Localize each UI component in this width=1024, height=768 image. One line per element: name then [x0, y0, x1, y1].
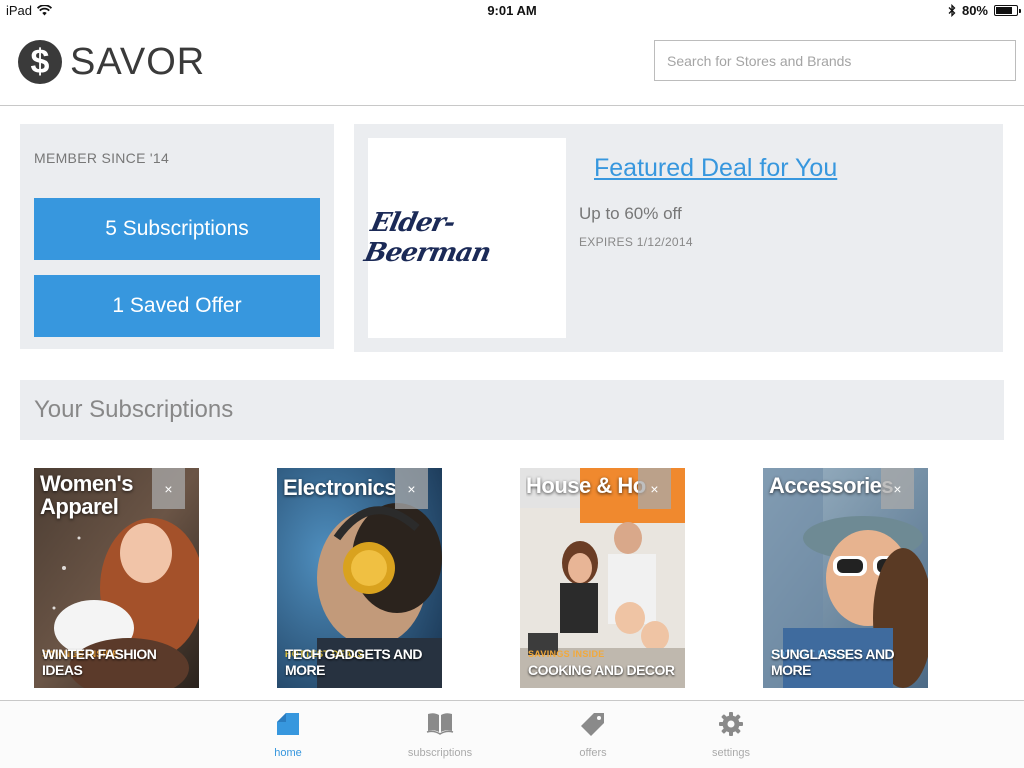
home-icon — [277, 713, 299, 735]
tab-offers[interactable]: offers — [538, 711, 648, 759]
featured-deal-link[interactable]: Featured Deal for You — [594, 154, 837, 183]
remove-subscription-button[interactable]: × — [395, 468, 428, 509]
card-title: Electronics — [283, 475, 397, 500]
dollar-logo-icon: $ — [18, 40, 62, 84]
battery-percent: 80% — [961, 3, 988, 18]
deal-description: Up to 60% off — [579, 204, 682, 223]
subscription-card-house-home[interactable]: House & Ho × SAVINGS INSIDE COOKING AND … — [520, 468, 685, 688]
remove-subscription-button[interactable]: × — [881, 468, 914, 509]
clock: 9:01 AM — [487, 3, 537, 18]
search-input[interactable] — [654, 40, 1016, 81]
remove-subscription-button[interactable]: × — [638, 468, 671, 509]
subscription-card-accessories[interactable]: Accessories × HOTTEST DEALS SUNGLASSES A… — [763, 468, 928, 688]
card-subtitle: WINTER FASHION IDEAS — [42, 646, 157, 678]
book-icon — [426, 713, 454, 735]
member-since-label: MEMBER SINCE '14 — [34, 150, 170, 166]
app-logo[interactable]: $ SAVOR — [18, 40, 205, 84]
subscription-card-electronics[interactable]: Electronics × HOTTEST DEALS TECH GADGETS… — [277, 468, 442, 688]
saved-offers-button[interactable]: 1 Saved Offer — [34, 275, 320, 337]
store-logo-text: Elder-Beerman — [361, 208, 494, 268]
tab-subscriptions[interactable]: subscriptions — [385, 711, 495, 759]
tab-bar: home subscriptions offers settings — [0, 700, 1024, 768]
featured-deal-panel: Elder-Beerman Featured Deal for You Up t… — [354, 124, 1003, 352]
gear-icon — [719, 712, 743, 736]
subscription-card-womens-apparel[interactable]: Women's Apparel × SAVINGS INSIDE WINTER … — [34, 468, 199, 688]
battery-icon — [994, 5, 1021, 16]
status-bar: iPad 9:01 AM 80% — [0, 0, 1024, 22]
store-logo[interactable]: Elder-Beerman — [362, 138, 566, 338]
deal-expiry: EXPIRES 1/12/2014 — [579, 235, 693, 249]
tab-label: subscriptions — [407, 747, 473, 759]
card-title: Women's Apparel — [40, 471, 134, 519]
tab-settings[interactable]: settings — [676, 711, 786, 759]
card-subtitle: SUNGLASSES AND MORE — [771, 646, 895, 678]
remove-subscription-button[interactable]: × — [152, 468, 185, 509]
card-title: Accessories — [769, 473, 894, 498]
card-subtitle: TECH GADGETS AND MORE — [285, 646, 422, 678]
app-header: $ SAVOR — [0, 22, 1024, 106]
tab-home[interactable]: home — [233, 711, 343, 759]
subscriptions-header: Your Subscriptions — [20, 380, 1004, 440]
app-name: SAVOR — [70, 40, 206, 83]
card-subtitle: COOKING AND DECOR — [528, 662, 675, 678]
member-panel: MEMBER SINCE '14 5 Subscriptions 1 Saved… — [20, 124, 334, 349]
card-title: House & Ho — [526, 474, 646, 497]
tab-label: settings — [712, 747, 750, 759]
card-tag: SAVINGS INSIDE — [528, 649, 605, 659]
tab-label: home — [274, 747, 302, 759]
bluetooth-icon — [948, 4, 956, 17]
tab-label: offers — [579, 747, 607, 759]
battery-fill — [996, 7, 1012, 14]
tag-icon — [581, 713, 604, 736]
subscriptions-button[interactable]: 5 Subscriptions — [34, 198, 320, 260]
subscriptions-title: Your Subscriptions — [34, 396, 234, 423]
